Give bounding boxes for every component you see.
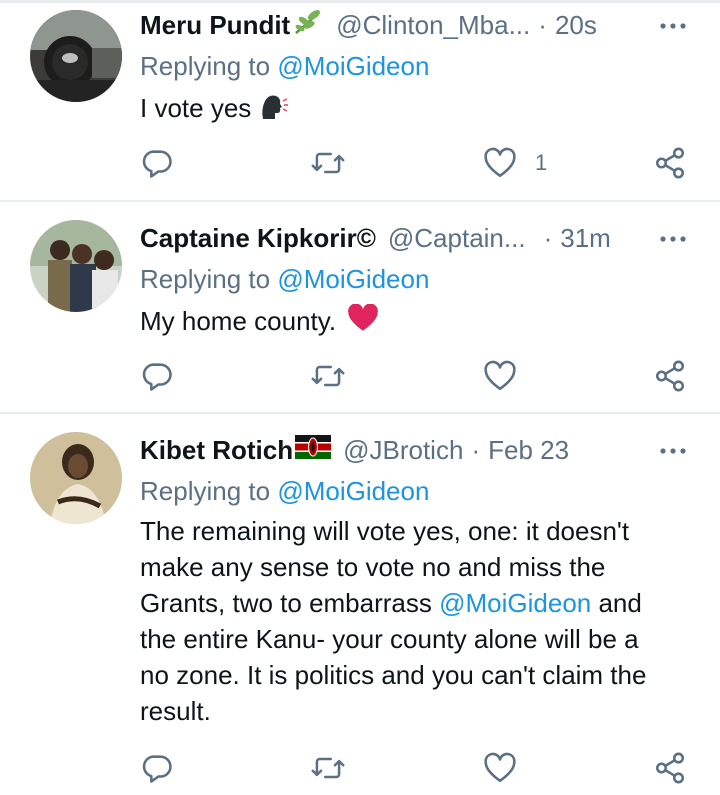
like-button[interactable] — [483, 748, 517, 788]
tweet-text-line: the entire Kanu- your county alone will … — [140, 624, 639, 654]
avatar[interactable] — [30, 10, 122, 102]
timestamp[interactable]: 20s — [555, 10, 597, 41]
avatar[interactable] — [30, 432, 122, 524]
separator-dot: · — [543, 222, 553, 253]
seedling-emoji — [292, 9, 324, 42]
separator-dot: · — [538, 9, 547, 40]
share-button[interactable] — [653, 356, 687, 396]
tweet-card[interactable]: Kibet Rotich @JBrotich · Feb 23 Replying… — [0, 414, 720, 795]
tweet-text-segment: and — [591, 588, 642, 618]
tweet-header: Captaine Kipkorir© @Captain... · 31m — [140, 218, 680, 258]
display-name[interactable]: Kibet Rotich — [140, 435, 293, 466]
more-icon[interactable] — [658, 224, 688, 254]
display-name[interactable]: Captaine Kipkorir© — [140, 223, 376, 254]
tweet-text-line: result. — [140, 696, 211, 726]
tweet-text-line: no zone. It is politics and you can't cl… — [140, 660, 647, 690]
timestamp[interactable]: Feb 23 — [488, 435, 569, 466]
retweet-icon — [311, 757, 345, 779]
like-button[interactable] — [483, 356, 517, 396]
reply-icon — [142, 150, 172, 178]
retweet-button[interactable] — [310, 356, 346, 396]
timestamp[interactable]: 31m — [560, 223, 611, 254]
retweet-button[interactable] — [310, 748, 346, 788]
tweet-header: Meru Pundit @Clinton_Mba... · 20s — [140, 5, 680, 45]
speaking-head-emoji — [259, 93, 289, 130]
user-handle[interactable]: @Captain... — [388, 223, 526, 254]
display-name[interactable]: Meru Pundit — [140, 10, 290, 41]
reply-icon — [142, 755, 172, 783]
tweet-text-line: The remaining will vote yes, one: it doe… — [140, 516, 630, 546]
replying-prefix: Replying to — [140, 51, 278, 81]
more-icon[interactable] — [658, 436, 688, 466]
like-icon — [484, 147, 516, 178]
replying-to: Replying to @MoiGideon — [140, 476, 429, 507]
replying-to: Replying to @MoiGideon — [140, 264, 429, 295]
like-button[interactable]: 1 — [483, 143, 547, 183]
like-count: 1 — [535, 150, 548, 175]
tweet-text-content: I vote yes — [140, 93, 252, 123]
share-button[interactable] — [653, 143, 687, 183]
tweet-card[interactable]: Captaine Kipkorir© @Captain... · 31m Rep… — [0, 202, 720, 414]
mention-link[interactable]: @MoiGideon — [277, 476, 429, 506]
separator-dot: · — [471, 434, 481, 465]
reply-button[interactable] — [140, 143, 174, 183]
tweet-text: I vote yes — [140, 90, 700, 130]
reply-button[interactable] — [140, 748, 174, 788]
reply-icon — [142, 363, 172, 391]
share-button[interactable] — [653, 748, 687, 788]
tweet-actions: 1 — [140, 143, 700, 183]
replying-to: Replying to @MoiGideon — [140, 51, 429, 82]
retweet-button[interactable] — [310, 143, 346, 183]
replying-prefix: Replying to — [140, 264, 278, 294]
share-icon — [655, 752, 685, 784]
tweet-actions — [140, 356, 700, 396]
tweet-text-line: Grants, two to embarrass @MoiGideon and — [140, 585, 700, 621]
tweet-text-line: make any sense to vote no and miss the — [140, 552, 606, 582]
retweet-icon — [311, 365, 345, 387]
user-handle[interactable]: @Clinton_Mba... — [336, 10, 530, 41]
avatar[interactable] — [30, 220, 122, 312]
tweet-text-content: My home county. — [140, 306, 337, 336]
tweet-actions — [140, 748, 700, 788]
tweet-text: The remaining will vote yes, one: it doe… — [140, 513, 700, 729]
like-icon — [484, 360, 516, 391]
replying-prefix: Replying to — [140, 476, 278, 506]
mention-link[interactable]: @MoiGideon — [439, 588, 591, 618]
kenya-flag-emoji — [295, 434, 332, 466]
share-icon — [655, 360, 685, 392]
reply-button[interactable] — [140, 356, 174, 396]
mention-link[interactable]: @MoiGideon — [277, 51, 429, 81]
tweet-text: My home county. — [140, 303, 700, 341]
like-icon — [484, 752, 516, 783]
mention-link[interactable]: @MoiGideon — [277, 264, 429, 294]
user-handle[interactable]: @JBrotich — [343, 435, 463, 466]
tweet-text-segment: Grants, two to embarrass — [140, 588, 440, 618]
tweet-card[interactable]: Meru Pundit @Clinton_Mba... · 20s Replyi… — [0, 3, 720, 202]
tweet-header: Kibet Rotich @JBrotich · Feb 23 — [140, 430, 680, 470]
share-icon — [655, 147, 685, 179]
more-icon[interactable] — [658, 11, 688, 41]
red-heart-emoji — [347, 303, 379, 341]
retweet-icon — [311, 152, 345, 174]
